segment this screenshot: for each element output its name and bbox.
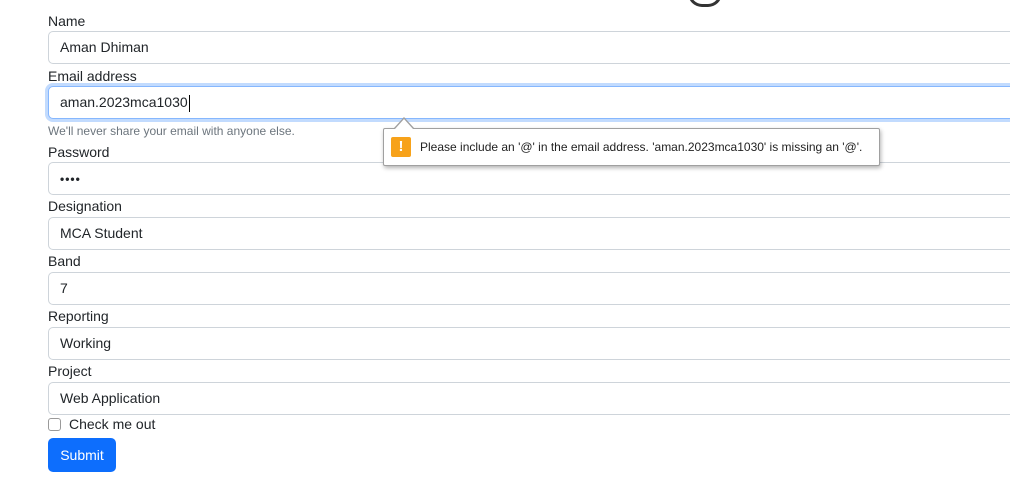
password-input-value: ••••	[60, 172, 81, 186]
reporting-input[interactable]: Working	[48, 327, 1010, 360]
band-input-value: 7	[60, 280, 68, 296]
designation-input-value: MCA Student	[60, 225, 143, 241]
project-label: Project	[48, 363, 92, 379]
name-input[interactable]: Aman Dhiman	[48, 31, 1010, 64]
page-heading-fragment	[688, 0, 722, 7]
name-input-value: Aman Dhiman	[60, 39, 149, 55]
email-input-value: aman.2023mca1030	[60, 94, 188, 110]
password-label: Password	[48, 144, 110, 160]
validation-tooltip: ! Please include an '@' in the email add…	[383, 128, 880, 166]
submit-button[interactable]: Submit	[48, 438, 116, 472]
designation-label: Designation	[48, 198, 122, 214]
validation-message: Please include an '@' in the email addre…	[420, 140, 863, 154]
form-page: Name Aman Dhiman Email address aman.2023…	[0, 0, 1010, 480]
project-input-value: Web Application	[60, 390, 161, 406]
check-me-out-row[interactable]: Check me out	[48, 416, 155, 432]
reporting-input-value: Working	[60, 335, 112, 351]
reporting-label: Reporting	[48, 308, 109, 324]
band-input[interactable]: 7	[48, 272, 1010, 305]
check-me-out-checkbox[interactable]	[48, 417, 61, 431]
designation-input[interactable]: MCA Student	[48, 217, 1010, 250]
project-input[interactable]: Web Application	[48, 382, 1010, 415]
email-label: Email address	[48, 68, 137, 84]
name-label: Name	[48, 13, 86, 29]
warning-icon: !	[391, 137, 411, 157]
text-caret	[188, 94, 190, 112]
tooltip-arrow-inner	[395, 119, 413, 129]
check-me-out-label[interactable]: Check me out	[69, 416, 155, 432]
email-input[interactable]: aman.2023mca1030	[48, 86, 1010, 119]
email-help-text: We'll never share your email with anyone…	[48, 124, 295, 138]
band-label: Band	[48, 253, 81, 269]
password-input[interactable]: ••••	[48, 162, 1010, 195]
